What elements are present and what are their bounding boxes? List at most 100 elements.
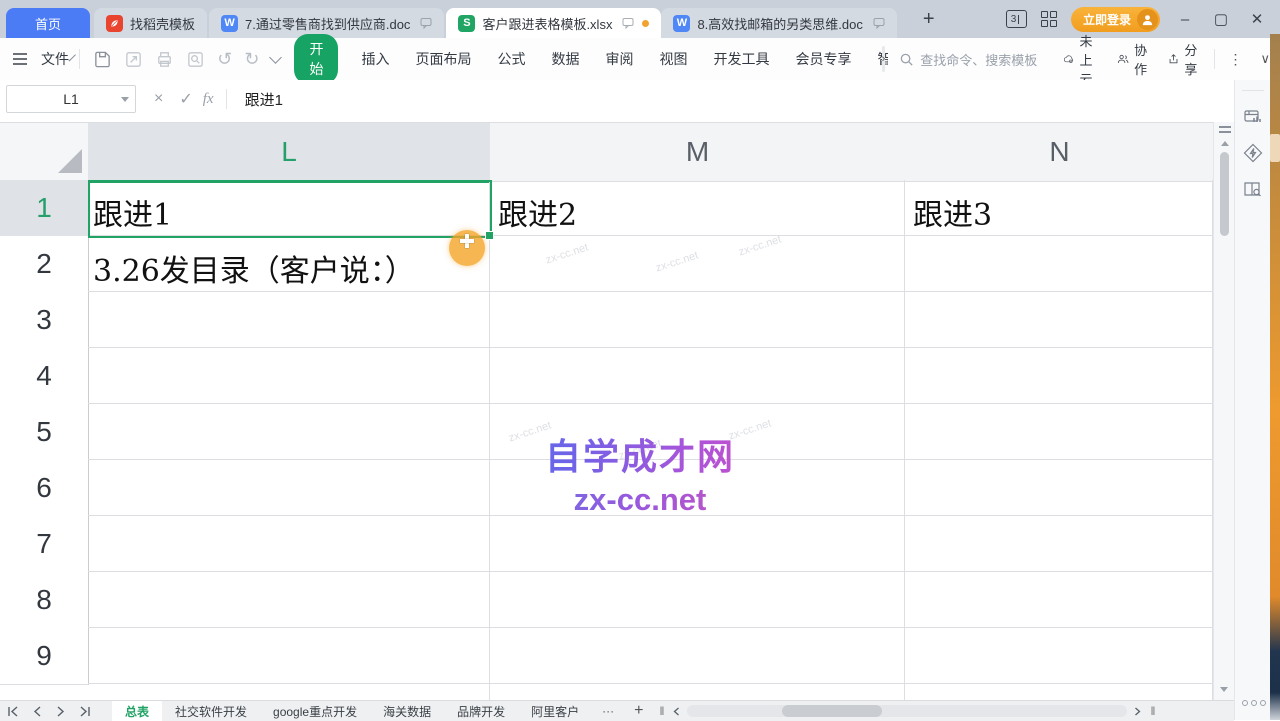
menu-tab-review[interactable]: 审阅 — [605, 49, 633, 69]
doc-tab-email-doc[interactable]: W 8.高效找邮箱的另类思维.doc — [661, 8, 896, 38]
tab-split-handle[interactable]: ‖ — [659, 704, 664, 718]
split-pane-handle[interactable] — [1219, 126, 1231, 133]
horizontal-scrollbar-thumb[interactable] — [782, 705, 882, 717]
watermark: 自学成才网 zx-cc.net — [430, 428, 850, 518]
column-header-M[interactable]: M — [490, 122, 906, 182]
select-all-corner[interactable] — [0, 122, 89, 182]
menu-overflow-chevron-icon[interactable]: › — [882, 46, 886, 72]
command-search[interactable]: 查找命令、搜索模板 — [899, 50, 1049, 69]
sidebar-drag-dots[interactable] — [1242, 700, 1266, 706]
tab-manager-icon[interactable]: 3 — [1006, 10, 1027, 28]
menu-tab-data[interactable]: 数据 — [551, 49, 579, 69]
scroll-down-arrow-icon[interactable] — [1220, 687, 1228, 692]
maximize-button[interactable]: ▢ — [1210, 10, 1232, 28]
menu-tab-view[interactable]: 视图 — [659, 49, 687, 69]
name-box[interactable]: L1 — [6, 85, 136, 113]
save-icon[interactable] — [93, 50, 112, 69]
people-icon — [1117, 51, 1129, 67]
sheet-tab-brand[interactable]: 品牌开发 — [444, 701, 518, 721]
first-sheet-icon[interactable] — [7, 706, 19, 717]
desktop-edge-strip — [1270, 34, 1280, 720]
more-sheets-button[interactable]: ··· — [602, 704, 614, 718]
add-sheet-button[interactable]: + — [634, 702, 643, 720]
spreadsheet-grid: L M N 1 2 3 4 5 6 7 8 9 zx-cc.net zx-cc.… — [0, 118, 1234, 700]
insert-function-button[interactable]: fx — [203, 91, 214, 108]
new-tab-button[interactable]: + — [923, 8, 935, 31]
print-preview-icon[interactable] — [186, 50, 205, 69]
workspace-grid-icon[interactable] — [1041, 11, 1057, 27]
tab-comment-icon[interactable] — [622, 17, 634, 29]
confirm-entry-button[interactable]: ✓ — [179, 89, 192, 109]
row-header-8[interactable]: 8 — [0, 572, 89, 629]
next-sheet-icon[interactable] — [56, 706, 65, 717]
row-header-4[interactable]: 4 — [0, 348, 89, 405]
sheet-tab-customs[interactable]: 海关数据 — [370, 701, 444, 721]
doc-tab-docer-templates[interactable]: 找稻壳模板 — [94, 8, 207, 38]
print-icon[interactable] — [155, 50, 174, 69]
share-button[interactable]: 分享 — [1168, 40, 1202, 78]
scroll-left-arrow-icon[interactable] — [673, 707, 680, 716]
watermark-title: 自学成才网 — [430, 428, 850, 480]
home-tab[interactable]: 首页 — [6, 8, 90, 38]
mouse-highlight-cursor — [449, 230, 485, 266]
menu-tab-insert[interactable]: 插入 — [361, 49, 389, 69]
writer-icon: W — [673, 15, 690, 32]
fill-handle[interactable] — [485, 231, 494, 240]
resource-search-icon[interactable] — [1243, 179, 1263, 199]
tab-comment-icon[interactable] — [420, 17, 432, 29]
tab-comment-icon[interactable] — [873, 17, 885, 29]
doc-tab-customer-followup-xlsx[interactable]: S 客户跟进表格模板.xlsx — [446, 8, 661, 38]
prev-sheet-icon[interactable] — [33, 706, 42, 717]
menu-tab-formulas[interactable]: 公式 — [497, 49, 525, 69]
cloud-status-label: 未上云 — [1079, 31, 1101, 88]
cancel-entry-button[interactable]: × — [154, 90, 163, 108]
cloud-status[interactable]: 未上云 — [1063, 31, 1101, 88]
cell-M1[interactable]: 跟进2 — [498, 190, 577, 234]
column-header-N[interactable]: N — [905, 122, 1215, 182]
menu-tab-dev-tools[interactable]: 开发工具 — [713, 49, 769, 69]
file-menu[interactable]: 文件 — [41, 49, 69, 69]
skill-lightning-icon[interactable] — [1243, 143, 1263, 163]
undo-icon[interactable]: ↺ — [217, 49, 232, 70]
menu-tab-home[interactable]: 开始 — [294, 34, 338, 84]
sheet-tab-google[interactable]: google重点开发 — [260, 701, 370, 721]
row-header-2[interactable]: 2 — [0, 236, 89, 293]
file-menu-caret-icon[interactable] — [68, 53, 76, 61]
horizontal-scrollbar[interactable] — [687, 705, 1127, 717]
more-options-icon[interactable]: ⋮ — [1228, 51, 1242, 68]
row-header-9[interactable]: 9 — [0, 628, 89, 685]
scrollbar-split-handle[interactable]: ‖ — [1150, 704, 1155, 718]
collapse-ribbon-icon[interactable]: ∨ — [1260, 51, 1270, 67]
collaborate-button[interactable]: 协作 — [1117, 40, 1152, 78]
name-box-dropdown-icon[interactable] — [121, 97, 129, 102]
doc-tab-label: 7.通过零售商找到供应商.doc — [245, 14, 410, 33]
last-sheet-icon[interactable] — [79, 706, 91, 717]
row-header-1[interactable]: 1 — [0, 180, 89, 237]
login-button[interactable]: 立即登录 — [1071, 7, 1160, 32]
docer-icon — [106, 15, 123, 32]
sheet-tab-summary[interactable]: 总表 — [112, 701, 162, 721]
row-header-6[interactable]: 6 — [0, 460, 89, 517]
row-header-5[interactable]: 5 — [0, 404, 89, 461]
close-button[interactable]: ✕ — [1246, 10, 1268, 28]
cell-N1[interactable]: 跟进3 — [913, 190, 992, 234]
export-icon[interactable] — [124, 50, 143, 69]
scroll-right-arrow-icon[interactable] — [1134, 707, 1141, 716]
formula-input[interactable]: 跟进1 — [245, 89, 283, 110]
menu-tab-page-layout[interactable]: 页面布局 — [415, 49, 471, 69]
scroll-up-arrow-icon[interactable] — [1221, 141, 1229, 146]
column-header-L[interactable]: L — [88, 122, 491, 183]
menu-tab-member[interactable]: 会员专享 — [795, 49, 851, 69]
minimize-button[interactable]: – — [1174, 11, 1196, 28]
row-header-7[interactable]: 7 — [0, 516, 89, 573]
sheet-tab-social[interactable]: 社交软件开发 — [162, 701, 260, 721]
sheet-tab-alibaba[interactable]: 阿里客户 — [518, 701, 592, 721]
row-header-3[interactable]: 3 — [0, 292, 89, 349]
cell-L2[interactable]: 3.26发目录（客户说：） — [93, 246, 415, 290]
vertical-scrollbar-thumb[interactable] — [1220, 152, 1229, 236]
vertical-scrollbar[interactable] — [1213, 122, 1235, 700]
redo-icon[interactable]: ↻ — [244, 49, 259, 70]
hamburger-menu-icon[interactable] — [12, 52, 28, 66]
quick-access-caret-icon[interactable] — [270, 51, 283, 64]
cell-template-icon[interactable] — [1243, 107, 1263, 127]
